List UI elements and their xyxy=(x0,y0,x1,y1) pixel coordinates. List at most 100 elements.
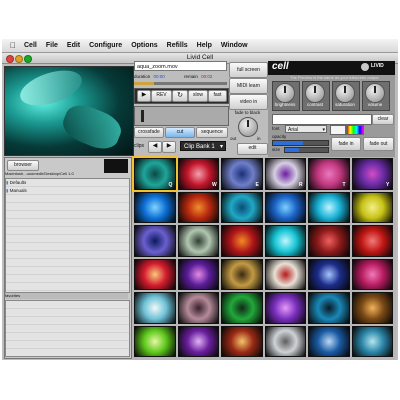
clip-thumbnail[interactable] xyxy=(308,325,350,357)
favorites-list[interactable] xyxy=(5,300,130,357)
clip-thumbnail[interactable] xyxy=(221,191,263,223)
menu-bar:  Cell File Edit Configure Options Refil… xyxy=(2,39,398,53)
clip-thumbnail[interactable] xyxy=(264,225,306,257)
clip-thumbnail[interactable] xyxy=(177,225,219,257)
clip-thumbnail[interactable] xyxy=(221,292,263,324)
clip-thumbnail[interactable] xyxy=(177,325,219,357)
brightness-knob[interactable] xyxy=(275,83,295,103)
clip-thumbnail[interactable] xyxy=(221,325,263,357)
sequence-button[interactable]: sequence xyxy=(196,127,228,138)
clip-thumbnail[interactable] xyxy=(134,292,176,324)
clip-thumbnail[interactable] xyxy=(177,191,219,223)
livid-logo-icon xyxy=(361,63,369,71)
slow-button[interactable]: slow xyxy=(188,90,208,102)
contrast-knob[interactable] xyxy=(305,83,325,103)
menu-item-options[interactable]: Options xyxy=(131,42,157,49)
play-button[interactable]: ▶ xyxy=(137,90,151,102)
clip-hotkey-label: T xyxy=(342,181,346,188)
fade-out-button[interactable]: fade out xyxy=(363,137,394,151)
clip-thumbnail[interactable] xyxy=(351,325,393,357)
font-value: Arial xyxy=(288,127,299,133)
reverse-button[interactable]: REV xyxy=(151,90,172,102)
menu-item-file[interactable]: File xyxy=(46,42,58,49)
clip-thumbnail[interactable] xyxy=(308,258,350,290)
fade-to-black-knob[interactable] xyxy=(238,117,258,137)
chevron-down-icon: ▾ xyxy=(219,144,223,150)
text-color-swatch[interactable] xyxy=(330,125,346,135)
clip-thumbnail[interactable] xyxy=(308,292,350,324)
window-title: Livid Cell xyxy=(186,54,214,61)
edit-button[interactable]: edit xyxy=(237,143,268,155)
fade-to-black-label: fade to black xyxy=(234,110,261,115)
fade-in-button[interactable]: fade in xyxy=(331,137,361,151)
file-list[interactable] xyxy=(5,178,130,293)
clip-thumbnail[interactable] xyxy=(177,292,219,324)
clip-thumbnail[interactable] xyxy=(308,191,350,223)
folder-icon: ▮ xyxy=(6,188,9,193)
fade-out-label: out xyxy=(230,136,237,141)
size-slider[interactable] xyxy=(284,147,329,153)
minimize-window-icon[interactable] xyxy=(15,55,23,63)
zoom-window-icon[interactable] xyxy=(24,55,32,63)
menu-app-name[interactable]: Cell xyxy=(24,42,37,49)
clip-hotkey-label: R xyxy=(299,181,303,188)
midi-learn-button[interactable]: MIDI learn xyxy=(229,78,268,94)
arrow-right-icon: ▶ xyxy=(166,143,172,149)
clip-thumbnail[interactable] xyxy=(351,258,393,290)
font-label: font xyxy=(272,126,280,131)
folder-item[interactable]: ▮ Defaults xyxy=(6,179,126,186)
size-fill xyxy=(285,148,299,152)
fullscreen-button[interactable]: full screen xyxy=(229,62,268,78)
clip-bank-select[interactable]: Clip Bank 1 ▾ xyxy=(180,141,226,151)
scrub-slider[interactable] xyxy=(134,106,229,126)
clip-thumbnail[interactable] xyxy=(264,191,306,223)
preview-video xyxy=(4,63,134,156)
clip-thumbnail[interactable] xyxy=(134,191,176,223)
clip-thumbnail[interactable] xyxy=(351,225,393,257)
filename-field[interactable]: aqua_zoom.mov xyxy=(134,61,227,71)
color-picker-icon[interactable] xyxy=(346,125,364,135)
clip-thumbnail[interactable] xyxy=(308,225,350,257)
menu-item-configure[interactable]: Configure xyxy=(89,42,122,49)
menu-item-help[interactable]: Help xyxy=(197,42,212,49)
apple-icon[interactable]:  xyxy=(10,41,16,50)
menu-item-refills[interactable]: Refills xyxy=(167,42,188,49)
overlay-text-input[interactable] xyxy=(272,114,372,125)
clip-thumbnail[interactable] xyxy=(134,325,176,357)
clip-thumbnail[interactable] xyxy=(264,325,306,357)
menu-item-window[interactable]: Window xyxy=(221,42,248,49)
volume-knob[interactable] xyxy=(365,83,385,103)
clip-thumbnail[interactable] xyxy=(221,258,263,290)
clip-thumbnail[interactable] xyxy=(134,225,176,257)
opacity-slider[interactable] xyxy=(272,140,329,146)
progress-track[interactable] xyxy=(134,82,227,85)
menu-item-edit[interactable]: Edit xyxy=(67,42,80,49)
clear-button[interactable]: clear xyxy=(372,114,394,125)
clips-label: clips xyxy=(134,143,145,149)
clips-prev-button[interactable]: ◀ xyxy=(148,141,162,153)
folder-item[interactable]: ▮ Manuals xyxy=(6,187,126,194)
clip-thumbnail[interactable] xyxy=(351,191,393,223)
saturation-knob[interactable] xyxy=(335,83,355,103)
clips-next-button[interactable]: ▶ xyxy=(162,141,176,153)
clip-thumbnail[interactable] xyxy=(264,258,306,290)
clip-thumbnail[interactable] xyxy=(134,258,176,290)
fast-button[interactable]: fast xyxy=(208,90,227,102)
arrow-left-icon: ◀ xyxy=(152,143,158,149)
crossfade-button[interactable]: crossfade xyxy=(134,127,164,138)
video-in-button[interactable]: video in xyxy=(229,94,268,110)
clip-thumbnail[interactable] xyxy=(177,258,219,290)
cut-button[interactable]: cut xyxy=(165,127,195,138)
clip-thumbnail[interactable] xyxy=(351,292,393,324)
progress-fill xyxy=(134,82,154,85)
loop-button[interactable]: ↻ xyxy=(172,90,188,102)
font-select[interactable]: Arial ▾ xyxy=(285,125,327,133)
close-window-icon[interactable] xyxy=(6,55,14,63)
scrub-handle[interactable] xyxy=(141,110,144,122)
remain-label: remain xyxy=(184,74,198,79)
clip-thumbnail[interactable] xyxy=(221,225,263,257)
opacity-label: opacity xyxy=(272,134,287,139)
clip-thumbnail[interactable] xyxy=(264,292,306,324)
browser-button[interactable]: browser xyxy=(7,160,39,171)
contrast-label: contrast xyxy=(306,102,323,107)
